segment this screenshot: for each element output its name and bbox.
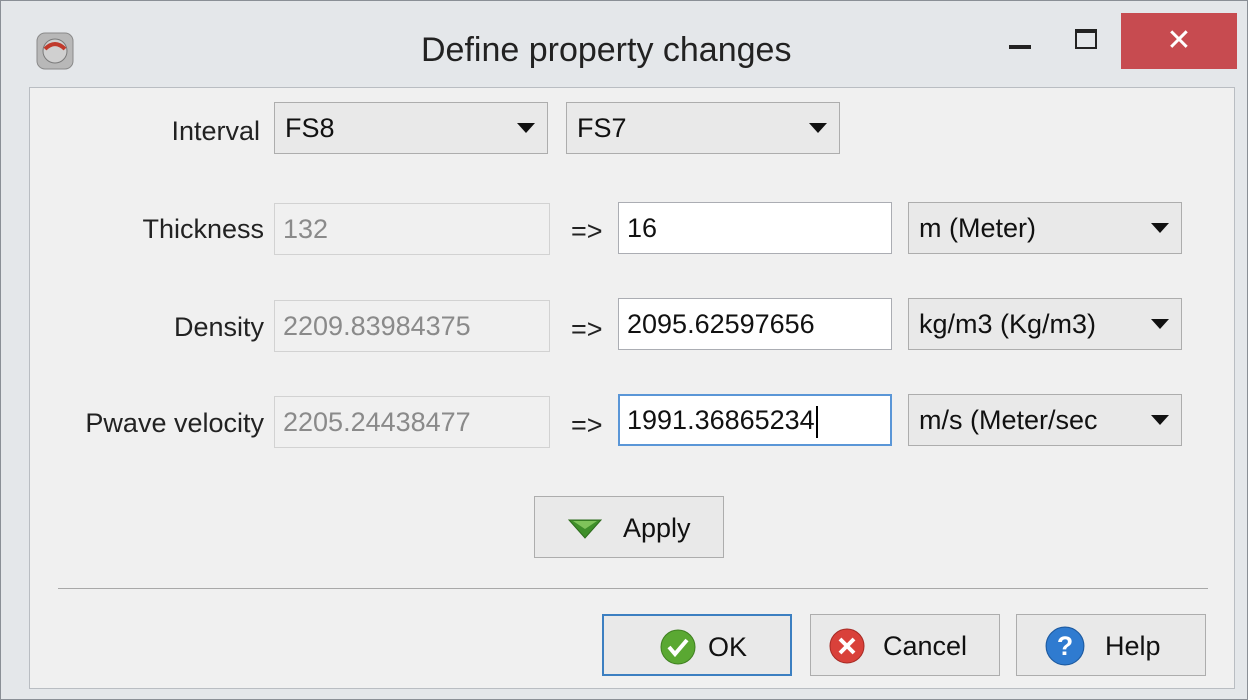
minimize-icon: [1009, 45, 1031, 49]
dropdown-arrow-icon: [517, 123, 535, 133]
dropdown-arrow-icon: [1151, 223, 1169, 233]
x-circle-icon: [829, 628, 865, 664]
apply-button[interactable]: Apply: [534, 496, 724, 558]
pwave-velocity-unit-select[interactable]: m/s (Meter/sec: [908, 394, 1182, 446]
thickness-unit-value: m (Meter): [919, 213, 1036, 243]
text-caret: [815, 405, 818, 438]
density-new-input[interactable]: 2095.62597656: [618, 298, 892, 350]
interval-from-value: FS8: [285, 113, 335, 143]
maximize-icon: [1075, 29, 1097, 49]
pwave-velocity-new-value: 1991.36865234: [627, 405, 815, 435]
maximize-button[interactable]: [1059, 13, 1111, 57]
minimize-button[interactable]: [997, 13, 1047, 57]
window-title: Define property changes: [421, 31, 792, 69]
dialog-content: Interval FS8 FS7 Thickness 132 => 16 m (…: [29, 87, 1235, 689]
thickness-new-input[interactable]: 16: [618, 202, 892, 254]
interval-from-select[interactable]: FS8: [274, 102, 548, 154]
interval-to-value: FS7: [577, 113, 627, 143]
cancel-label: Cancel: [883, 631, 968, 661]
close-icon: ✕: [1166, 24, 1192, 57]
pwave-velocity-original-field: 2205.24438477: [274, 396, 550, 448]
app-logo-icon: [36, 32, 74, 70]
thickness-label: Thickness: [142, 214, 264, 244]
pwave-velocity-new-input[interactable]: 1991.36865234: [618, 394, 892, 446]
density-unit-select[interactable]: kg/m3 (Kg/m3): [908, 298, 1182, 350]
thickness-original-field: 132: [274, 203, 550, 255]
title-bar[interactable]: Define property changes ✕: [1, 1, 1247, 87]
question-circle-icon: ?: [1045, 626, 1085, 666]
dropdown-arrow-icon: [809, 123, 827, 133]
separator-line: [58, 588, 1208, 589]
density-arrow: =>: [571, 314, 603, 344]
pwave-velocity-unit-value: m/s (Meter/sec: [919, 405, 1098, 435]
svg-text:?: ?: [1057, 631, 1073, 661]
apply-label: Apply: [623, 513, 691, 543]
dropdown-arrow-icon: [1151, 319, 1169, 329]
pwave-velocity-arrow: =>: [571, 410, 603, 440]
close-button[interactable]: ✕: [1121, 13, 1237, 69]
density-label: Density: [173, 312, 264, 342]
pwave-velocity-label: Pwave velocity: [85, 408, 264, 438]
dialog-window: Define property changes ✕ Interval FS8 F…: [0, 0, 1248, 700]
interval-to-select[interactable]: FS7: [566, 102, 840, 154]
thickness-arrow: =>: [571, 216, 603, 246]
thickness-unit-select[interactable]: m (Meter): [908, 202, 1182, 254]
density-original-field: 2209.83984375: [274, 300, 550, 352]
check-circle-icon: [660, 629, 696, 665]
ok-label: OK: [708, 632, 748, 662]
ok-button[interactable]: OK: [602, 614, 792, 676]
interval-label: Interval: [171, 116, 260, 146]
triangle-down-icon: [567, 519, 603, 539]
help-label: Help: [1105, 631, 1161, 661]
help-button[interactable]: ? Help: [1016, 614, 1206, 676]
cancel-button[interactable]: Cancel: [810, 614, 1000, 676]
dropdown-arrow-icon: [1151, 415, 1169, 425]
density-unit-value: kg/m3 (Kg/m3): [919, 309, 1097, 339]
